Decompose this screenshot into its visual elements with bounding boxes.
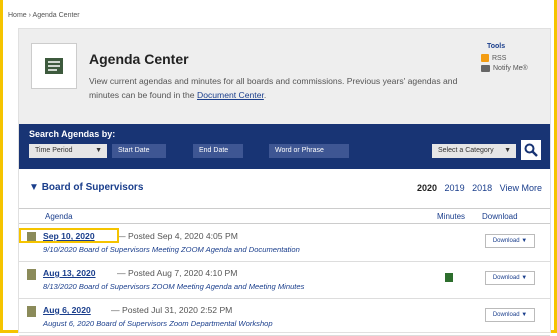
tools-panel: Tools RSS Notify Me® [481, 43, 528, 75]
view-more-link[interactable]: View More [500, 183, 542, 193]
minutes-document-icon[interactable] [445, 273, 453, 282]
time-period-label: Time Period [35, 147, 73, 154]
board-title-text: Board of Supervisors [41, 182, 144, 193]
agenda-column-header: Agenda [45, 212, 73, 221]
download-button[interactable]: Download ▼ [485, 308, 535, 322]
rss-icon [481, 54, 489, 62]
notify-label: Notify Me® [493, 65, 528, 72]
document-icon [27, 269, 36, 280]
table-row: Aug 13, 2020 — Posted Aug 7, 2020 4:10 P… [19, 263, 550, 299]
agenda-subtitle: 9/10/2020 Board of Supervisors Meeting Z… [43, 245, 300, 254]
envelope-icon [481, 65, 490, 72]
collapse-triangle-icon: ▼ [29, 182, 42, 193]
agenda-date-link[interactable]: Aug 13, 2020 [43, 268, 96, 278]
rss-link[interactable]: RSS [481, 54, 528, 62]
time-period-select[interactable]: Time Period ▼ [29, 144, 107, 158]
posted-date: — Posted Aug 7, 2020 4:10 PM [117, 268, 238, 278]
chevron-down-icon: ▼ [504, 147, 511, 154]
end-date-placeholder: End Date [199, 147, 229, 154]
page-title: Agenda Center [89, 51, 189, 67]
document-icon [27, 306, 36, 317]
agenda-date-link[interactable]: Aug 6, 2020 [43, 305, 91, 315]
year-2018-link[interactable]: 2018 [472, 183, 492, 193]
year-links: 2020 2019 2018 View More [412, 183, 542, 193]
minutes-column-header: Minutes [437, 212, 466, 221]
description-text: View current agendas and minutes for all… [89, 76, 458, 100]
breadcrumb-current: Agenda Center [32, 12, 80, 19]
search-icon [524, 143, 538, 157]
page-header: Agenda Center View current agendas and m… [19, 29, 550, 124]
board-section-header: ▼ Board of Supervisors 2020 2019 2018 Vi… [19, 176, 550, 198]
description-end: . [263, 90, 267, 100]
start-date-placeholder: Start Date [118, 147, 150, 154]
chevron-down-icon: ▼ [95, 147, 102, 154]
download-column-header: Download [482, 212, 518, 221]
word-phrase-placeholder: Word or Phrase [275, 147, 324, 154]
breadcrumb-home[interactable]: Home [8, 12, 27, 19]
breadcrumb-separator: › [28, 12, 31, 19]
agenda-subtitle: 8/13/2020 Board of Supervisors ZOOM Meet… [43, 282, 305, 291]
table-header: Agenda Minutes Download [19, 208, 550, 224]
table-row: Aug 6, 2020 — Posted Jul 31, 2020 2:52 P… [19, 300, 550, 336]
tools-title: Tools [487, 43, 506, 50]
notify-me-link[interactable]: Notify Me® [481, 65, 528, 72]
year-2020-link[interactable]: 2020 [417, 183, 437, 193]
year-2019-link[interactable]: 2019 [445, 183, 465, 193]
category-select[interactable]: Select a Category ▼ [432, 144, 516, 158]
agenda-icon [31, 43, 77, 89]
agenda-center-panel: Agenda Center View current agendas and m… [18, 28, 551, 336]
search-bar: Search Agendas by: Time Period ▼ Start D… [19, 124, 550, 169]
posted-date: — Posted Sep 4, 2020 4:05 PM [117, 231, 238, 241]
end-date-input[interactable]: End Date [193, 144, 243, 158]
highlight-box [19, 228, 119, 243]
category-label: Select a Category [438, 147, 494, 154]
posted-date: — Posted Jul 31, 2020 2:52 PM [111, 305, 233, 315]
word-phrase-input[interactable]: Word or Phrase [269, 144, 349, 158]
search-button[interactable] [521, 140, 541, 160]
rss-label: RSS [492, 54, 507, 62]
breadcrumb: Home › Agenda Center [8, 12, 80, 19]
agenda-subtitle: August 6, 2020 Board of Supervisors Zoom… [43, 319, 273, 328]
search-label: Search Agendas by: [29, 129, 116, 139]
board-title[interactable]: ▼ Board of Supervisors [29, 182, 143, 193]
page-description: View current agendas and minutes for all… [89, 74, 459, 102]
download-button[interactable]: Download ▼ [485, 271, 535, 285]
document-center-link[interactable]: Document Center [197, 90, 264, 100]
start-date-input[interactable]: Start Date [112, 144, 166, 158]
download-button[interactable]: Download ▼ [485, 234, 535, 248]
